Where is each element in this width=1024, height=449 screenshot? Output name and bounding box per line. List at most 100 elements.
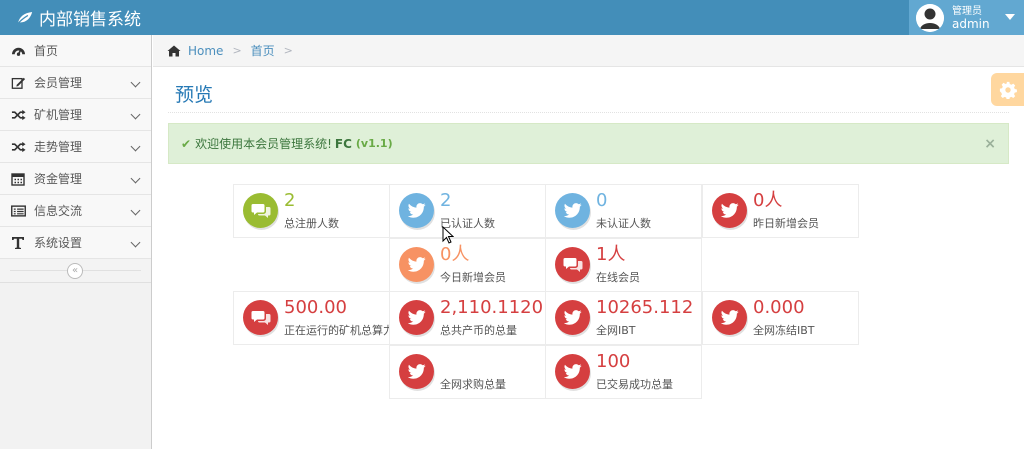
twitter-icon (712, 193, 747, 228)
alert-text: 欢迎使用本会员管理系统! (195, 137, 332, 151)
twitter-icon (399, 354, 434, 389)
sidebar-item-label: 资金管理 (34, 172, 83, 186)
breadcrumb: Home > 首页 > (153, 35, 1024, 67)
sidebar-item-funds[interactable]: 资金管理 (0, 163, 151, 195)
breadcrumb-home-link[interactable]: Home (188, 44, 223, 58)
app-title: 内部销售系统 (39, 10, 141, 30)
chevron-down-icon (130, 205, 141, 216)
stat-label: 全网IBT (596, 324, 636, 337)
stat-box: 100 已交易成功总量 (545, 345, 702, 399)
user-role: 管理员 (952, 5, 982, 17)
stat-label: 今日新增会员 (440, 271, 506, 284)
stat-value: 2 (284, 190, 296, 211)
stat-label: 昨日新增会员 (753, 217, 819, 230)
sidebar-item-label: 系统设置 (34, 236, 83, 250)
title-divider (168, 112, 1009, 113)
stat-box: 2 总注册人数 (233, 184, 390, 238)
sidebar: 首页 会员管理 矿机管理 走势管理 资金管理 信息交流 系统设置 « (0, 35, 152, 449)
stat-box: 0人 昨日新增会员 (702, 184, 859, 238)
chevron-down-icon (130, 237, 141, 248)
edit-icon (10, 75, 26, 91)
chevron-down-icon (130, 77, 141, 88)
chevron-down-icon (130, 141, 141, 152)
stat-label: 全网求购总量 (440, 378, 506, 391)
stat-box: 2 已认证人数 (389, 184, 546, 238)
page-title: 预览 (175, 84, 214, 106)
stat-box: 500.00 正在运行的矿机总算力 (233, 291, 394, 345)
comments-icon (243, 300, 278, 335)
random-icon (10, 139, 26, 155)
alert-version: (v1.1) (355, 137, 393, 150)
twitter-icon (555, 193, 590, 228)
top-navbar: 内部销售系统 管理员 admin (0, 0, 1024, 35)
stat-label: 未认证人数 (596, 217, 651, 230)
stat-value: 0 (596, 190, 608, 211)
stat-box: 10265.112 全网IBT (545, 291, 702, 345)
stat-label: 总注册人数 (284, 217, 339, 230)
dashboard-icon (10, 43, 26, 59)
stat-box: 0 未认证人数 (545, 184, 702, 238)
stat-box: 0人今日新增会员 (389, 238, 546, 292)
twitter-icon (712, 300, 747, 335)
stat-box: 2,110.1120 总共产币的总量 (389, 291, 546, 345)
twitter-icon (399, 300, 434, 335)
close-alert-button[interactable]: × (984, 136, 996, 152)
chevron-down-icon (130, 173, 141, 184)
home-icon (167, 45, 181, 56)
sidebar-item-label: 首页 (34, 44, 59, 58)
check-icon: ✔ (181, 136, 192, 151)
stat-value: 500.00 (284, 297, 347, 318)
sidebar-item-messages[interactable]: 信息交流 (0, 195, 151, 227)
sidebar-item-label: 信息交流 (34, 204, 83, 218)
stat-label: 全网冻结IBT (753, 324, 815, 337)
user-icon (916, 3, 944, 32)
sidebar-item-trends[interactable]: 走势管理 (0, 131, 151, 163)
random-icon (10, 107, 26, 123)
stat-label: 已交易成功总量 (596, 378, 673, 391)
comments-icon (555, 247, 590, 282)
breadcrumb-current[interactable]: 首页 (251, 42, 275, 59)
sidebar-item-members[interactable]: 会员管理 (0, 67, 151, 99)
stat-label: 正在运行的矿机总算力 (284, 324, 394, 337)
sidebar-collapse-bar: « (0, 259, 151, 283)
chevron-down-icon (130, 109, 141, 120)
breadcrumb-separator: > (283, 44, 293, 57)
brand-link[interactable]: 内部销售系统 (16, 0, 141, 35)
settings-button[interactable] (991, 73, 1024, 106)
calendar-icon (10, 171, 26, 187)
stat-box: 0.000 全网冻结IBT (702, 291, 859, 345)
welcome-alert: ✔ 欢迎使用本会员管理系统! FC (v1.1) × (168, 123, 1009, 164)
collapse-sidebar-button[interactable]: « (67, 263, 83, 279)
stat-box: 全网求购总量 (389, 345, 546, 399)
user-menu[interactable]: 管理员 admin (909, 0, 1024, 35)
stat-value: 2 (440, 190, 452, 211)
sidebar-item-label: 走势管理 (34, 140, 83, 154)
sidebar-item-settings[interactable]: 系统设置 (0, 227, 151, 259)
comments-icon (243, 193, 278, 228)
gear-icon (999, 81, 1017, 99)
breadcrumb-separator: > (232, 44, 242, 57)
mouse-cursor-icon (442, 226, 454, 244)
twitter-icon (399, 247, 434, 282)
list-icon (10, 203, 26, 219)
sidebar-item-label: 矿机管理 (34, 108, 83, 122)
stat-box: 1人 在线会员 (545, 238, 702, 292)
avatar (916, 3, 944, 32)
user-name: admin (952, 16, 990, 31)
stat-value: 0人 (440, 244, 470, 265)
sidebar-item-home[interactable]: 首页 (0, 35, 151, 67)
text-icon (10, 235, 26, 251)
sidebar-item-miners[interactable]: 矿机管理 (0, 99, 151, 131)
stat-value: 10265.112 (596, 297, 694, 318)
stat-value: 100 (596, 351, 631, 372)
stat-label: 在线会员 (596, 271, 640, 284)
caret-down-icon (1005, 14, 1015, 20)
stat-value: 0.000 (753, 297, 805, 318)
twitter-icon (555, 300, 590, 335)
stat-label: 总共产币的总量 (440, 324, 517, 337)
twitter-icon (399, 193, 434, 228)
stat-value: 2,110.1120 (440, 297, 544, 318)
sidebar-item-label: 会员管理 (34, 76, 83, 90)
twitter-icon (555, 354, 590, 389)
alert-brand: FC (334, 136, 352, 151)
